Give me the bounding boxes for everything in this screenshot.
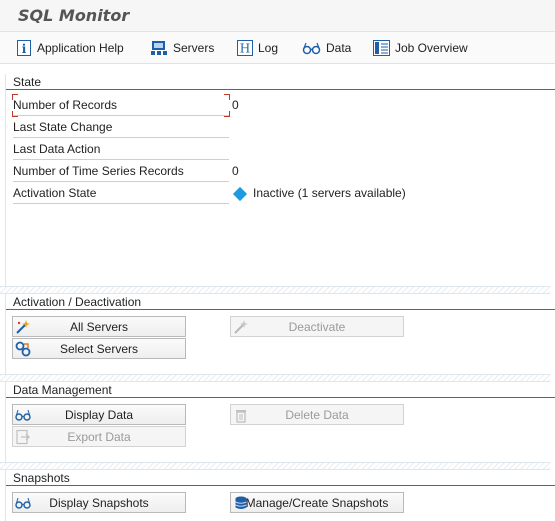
activation-header: Activation / Deactivation <box>6 294 555 310</box>
select-servers-icon <box>15 341 31 357</box>
svg-text:H: H <box>240 42 250 56</box>
trash-icon <box>236 410 246 423</box>
job-overview-button[interactable]: Job Overview <box>373 37 468 59</box>
activation-state-value: Inactive (1 servers available) <box>253 186 406 200</box>
select-servers-label: Select Servers <box>59 341 139 356</box>
info-icon: i <box>16 40 32 56</box>
time-series-records-label: Number of Time Series Records <box>13 161 229 182</box>
export-data-label: Export Data <box>67 429 131 444</box>
activation-group: Activation / Deactivation All Servers De… <box>5 294 555 374</box>
number-of-records-value: 0 <box>232 98 239 112</box>
deactivate-label: Deactivate <box>288 319 346 334</box>
select-servers-button[interactable]: Select Servers <box>12 338 186 359</box>
data-management-header: Data Management <box>6 382 555 398</box>
state-header: State <box>6 74 555 90</box>
application-help-button[interactable]: i Application Help <box>16 37 124 59</box>
delete-data-label: Delete Data <box>285 407 349 422</box>
title-bar: SQL Monitor <box>0 0 555 32</box>
state-group: State Number of Records 0 Last State Cha… <box>5 74 555 286</box>
glasses-icon <box>15 497 31 509</box>
status-diamond-icon <box>232 186 248 202</box>
job-overview-icon <box>373 40 390 56</box>
manage-snapshots-label: Manage/Create Snapshots <box>245 495 389 510</box>
activation-state-label: Activation State <box>13 183 229 204</box>
export-data-button[interactable]: Export Data <box>12 426 186 447</box>
database-icon <box>235 496 247 509</box>
log-label: Log <box>258 41 279 55</box>
data-management-group: Data Management Display Data Delete Data… <box>5 382 555 462</box>
display-data-label: Display Data <box>64 407 134 422</box>
export-icon <box>16 429 30 445</box>
svg-text:i: i <box>22 42 27 56</box>
log-icon: H <box>237 40 253 56</box>
delete-data-button[interactable]: Delete Data <box>230 404 404 425</box>
snapshots-group: Snapshots Display Snapshots Manage/Creat… <box>5 470 555 521</box>
display-snapshots-label: Display Snapshots <box>49 495 149 510</box>
all-servers-label: All Servers <box>69 319 128 334</box>
magic-wand-icon <box>16 320 30 334</box>
snapshots-header: Snapshots <box>6 470 555 486</box>
application-help-label: Application Help <box>37 41 124 55</box>
last-state-change-label: Last State Change <box>13 117 229 138</box>
section-divider <box>0 462 550 470</box>
section-divider <box>0 286 550 294</box>
section-divider <box>0 374 550 382</box>
data-label: Data <box>326 41 352 55</box>
glasses-icon <box>15 409 31 421</box>
log-button[interactable]: H Log <box>237 37 278 59</box>
display-data-button[interactable]: Display Data <box>12 404 186 425</box>
display-snapshots-button[interactable]: Display Snapshots <box>12 492 186 513</box>
all-servers-button[interactable]: All Servers <box>12 316 186 337</box>
app-title: SQL Monitor <box>18 6 130 25</box>
number-of-records-label: Number of Records <box>13 95 229 116</box>
time-series-records-value: 0 <box>232 164 239 178</box>
deactivate-button[interactable]: Deactivate <box>230 316 404 337</box>
toolbar: i Application Help Servers H Log Data Jo… <box>0 32 555 64</box>
servers-label: Servers <box>173 41 215 55</box>
servers-button[interactable]: Servers <box>150 37 214 59</box>
deactivate-icon <box>234 320 248 334</box>
job-overview-label: Job Overview <box>395 41 468 55</box>
data-button[interactable]: Data <box>302 37 351 59</box>
last-data-action-label: Last Data Action <box>13 139 229 160</box>
manage-snapshots-button[interactable]: Manage/Create Snapshots <box>230 492 404 513</box>
glasses-icon <box>302 41 321 55</box>
servers-icon <box>150 40 168 56</box>
